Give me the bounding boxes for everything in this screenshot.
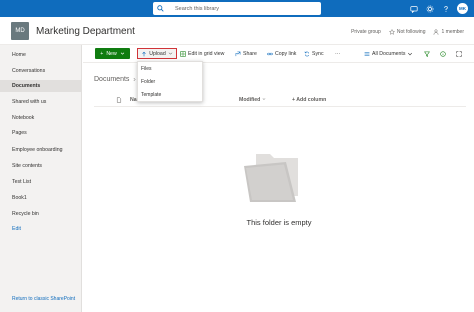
- nav-item-shared-with-us[interactable]: Shared with us: [0, 96, 82, 108]
- modified-label: Modified: [239, 97, 261, 103]
- plus-icon: +: [292, 97, 296, 103]
- add-column-label: Add column: [296, 97, 327, 103]
- plus-icon: +: [100, 50, 104, 57]
- edit-grid-view-button[interactable]: Edit in grid view: [180, 48, 224, 59]
- upload-menu-folder[interactable]: Folder: [141, 76, 201, 88]
- follow-label: Not following: [396, 29, 426, 35]
- view-selector[interactable]: All Documents: [364, 48, 413, 59]
- view-options-icon: [364, 51, 370, 56]
- members-label: 1 member: [441, 29, 464, 35]
- file-type-icon[interactable]: [116, 97, 122, 105]
- copy-link-label: Copy link: [275, 50, 297, 57]
- upload-menu-template[interactable]: Template: [141, 89, 201, 101]
- share-label: Share: [243, 50, 257, 57]
- return-to-classic-link[interactable]: Return to classic SharePoint: [12, 296, 78, 302]
- upload-icon: [142, 51, 146, 56]
- nav-item-conversations[interactable]: Conversations: [0, 65, 82, 77]
- expand-button[interactable]: [456, 48, 462, 59]
- breadcrumb: Documents: [94, 76, 137, 83]
- suite-bar: Search this library MK: [0, 0, 474, 17]
- nav-item-notebook[interactable]: Notebook: [0, 112, 82, 124]
- search-box[interactable]: Search this library: [153, 2, 321, 15]
- chevron-down-icon: [262, 98, 266, 100]
- nav-item-site-contents[interactable]: Site contents: [0, 160, 82, 172]
- nav-item-documents[interactable]: Documents: [0, 80, 82, 92]
- user-avatar[interactable]: MK: [457, 3, 468, 14]
- sync-label: Sync: [312, 50, 324, 57]
- copy-link-button[interactable]: Copy link: [267, 48, 296, 59]
- upload-button[interactable]: Upload: [137, 48, 177, 59]
- chevron-down-icon: [168, 52, 172, 55]
- more-options-button[interactable]: ···: [335, 48, 340, 59]
- chat-icon[interactable]: [409, 4, 419, 14]
- site-logo[interactable]: MD: [11, 22, 29, 40]
- chevron-down-icon: [120, 52, 124, 55]
- info-button[interactable]: [440, 48, 446, 59]
- grid-label: Edit in grid view: [188, 50, 225, 57]
- search-placeholder: Search this library: [175, 5, 220, 12]
- nav-item-employee-onboarding[interactable]: Employee onboarding: [0, 144, 82, 156]
- members-button[interactable]: 1 member: [433, 29, 464, 35]
- gear-icon[interactable]: [425, 4, 435, 14]
- site-title[interactable]: Marketing Department: [36, 26, 135, 37]
- left-navigation: Home Conversations Documents Shared with…: [0, 45, 82, 312]
- search-icon: [157, 5, 164, 12]
- star-icon: [388, 29, 395, 35]
- info-icon: [440, 50, 446, 57]
- new-button[interactable]: + New: [95, 48, 130, 59]
- link-icon: [267, 52, 273, 55]
- column-header-modified[interactable]: Modified: [239, 97, 266, 103]
- nav-edit-link[interactable]: Edit: [0, 223, 82, 235]
- expand-icon: [456, 50, 462, 57]
- upload-label: Upload: [149, 50, 166, 57]
- empty-folder-illustration: [244, 154, 298, 202]
- nav-item-recycle-bin[interactable]: Recycle bin: [0, 208, 82, 220]
- nav-item-test-list[interactable]: Test List: [0, 176, 82, 188]
- upload-menu: Files Folder Template: [137, 61, 203, 102]
- breadcrumb-documents[interactable]: Documents: [94, 76, 129, 83]
- filter-icon: [424, 51, 430, 57]
- help-icon[interactable]: [441, 4, 451, 14]
- empty-folder-message: This folder is empty: [246, 218, 312, 227]
- view-label: All Documents: [372, 50, 406, 57]
- follow-button[interactable]: Not following: [388, 29, 426, 35]
- site-header: MD Marketing Department Private group No…: [0, 17, 474, 45]
- nav-item-pages[interactable]: Pages: [0, 127, 82, 139]
- nav-item-home[interactable]: Home: [0, 49, 82, 61]
- nav-item-book1[interactable]: Book1: [0, 192, 82, 204]
- share-button[interactable]: Share: [235, 48, 257, 59]
- share-icon: [235, 51, 241, 56]
- sync-icon: [304, 51, 310, 56]
- chevron-down-icon: [408, 52, 413, 55]
- grid-icon: [180, 50, 186, 57]
- sync-button[interactable]: Sync: [304, 48, 324, 59]
- person-icon: [434, 29, 439, 35]
- privacy-label: Private group: [351, 29, 381, 35]
- add-column-button[interactable]: + Add column: [292, 97, 326, 103]
- upload-menu-files[interactable]: Files: [141, 63, 201, 75]
- new-label: New: [106, 50, 117, 57]
- filter-button[interactable]: [424, 48, 430, 59]
